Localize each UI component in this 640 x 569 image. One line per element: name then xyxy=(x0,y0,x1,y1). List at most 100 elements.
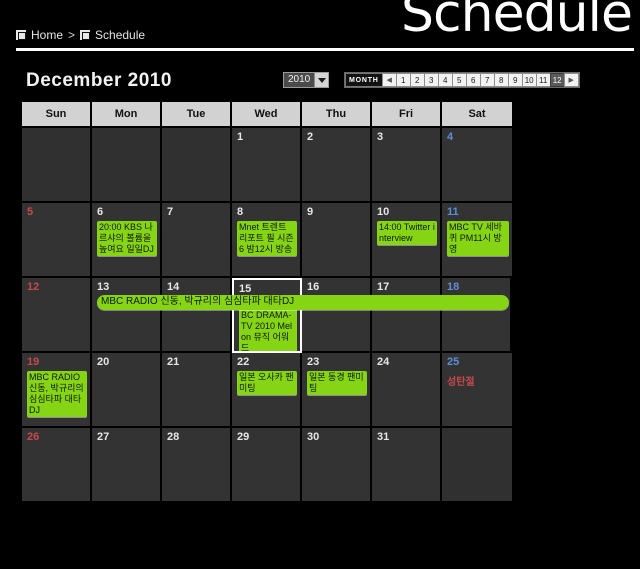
day-cell-empty xyxy=(442,428,512,503)
day-cell-21[interactable]: 21 xyxy=(162,353,232,428)
day-cell-26[interactable]: 26 xyxy=(22,428,92,503)
calendar-week-row: 12 13 14 15PM 07:00 MBC DRAMA-TV 2010 Melon… xyxy=(22,278,632,353)
day-number: 19 xyxy=(27,356,40,368)
day-cell-28[interactable]: 28 xyxy=(162,428,232,503)
day-cell-9[interactable]: 9 xyxy=(302,203,372,278)
day-cell-4[interactable]: 4 xyxy=(442,128,512,203)
calendar-event-text: MBC RADIO 신동, 박규리의 심심타파 대타DJ xyxy=(29,372,84,415)
day-cell-14[interactable]: 14 xyxy=(162,278,232,353)
day-number: 1 xyxy=(237,131,244,143)
breadcrumb-separator: > xyxy=(68,28,76,42)
breadcrumb: Home > Schedule xyxy=(16,28,145,42)
year-select[interactable]: 2010 xyxy=(283,72,330,88)
day-cell-1[interactable]: 1 xyxy=(232,128,302,203)
day-cell-8[interactable]: 8 Mnet 트렌트 리포트 필 시즌6 밤12시 방송 xyxy=(232,203,302,278)
day-cell-23[interactable]: 23 일본 동경 팬미팅 xyxy=(302,353,372,428)
day-number: 27 xyxy=(97,431,110,443)
day-cell-31[interactable]: 31 xyxy=(372,428,442,503)
month-button-12[interactable]: 12 xyxy=(549,73,565,87)
day-cell-11[interactable]: 11 MBC TV 세바퀴 PM11시 방영 xyxy=(442,203,512,278)
month-button-6[interactable]: 6 xyxy=(465,73,481,87)
schedule-square-icon xyxy=(80,30,91,40)
month-button-2[interactable]: 2 xyxy=(409,73,425,87)
day-number: 10 xyxy=(377,206,390,218)
calendar-event[interactable]: MBC TV 세바퀴 PM11시 방영 xyxy=(447,221,509,256)
day-number: 7 xyxy=(167,206,174,218)
month-button-11[interactable]: 11 xyxy=(535,73,551,87)
day-number: 21 xyxy=(167,356,180,368)
day-number: 13 xyxy=(97,281,110,293)
month-button-5[interactable]: 5 xyxy=(451,73,467,87)
calendar-grid: Sun Mon Tue Wed Thu Fri Sat 1 2 3 4 5 6 20:00 KBS 나르… xyxy=(22,102,632,503)
day-cell-22[interactable]: 22 일본 오사카 팬미팅 xyxy=(232,353,302,428)
month-nav-label: MONTH xyxy=(345,73,383,87)
month-button-4[interactable]: 4 xyxy=(437,73,453,87)
chevron-down-icon[interactable] xyxy=(314,73,329,87)
day-cell-7[interactable]: 7 xyxy=(162,203,232,278)
calendar-week-row: 26 27 28 29 30 31 xyxy=(22,428,632,503)
calendar-event[interactable]: 일본 동경 팬미팅 xyxy=(307,371,367,395)
day-number: 28 xyxy=(167,431,180,443)
day-cell-30[interactable]: 30 xyxy=(302,428,372,503)
day-number: 14 xyxy=(167,281,180,293)
day-number: 26 xyxy=(27,431,40,443)
day-cell-5[interactable]: 5 xyxy=(22,203,92,278)
day-cell-20[interactable]: 20 xyxy=(92,353,162,428)
home-square-icon xyxy=(16,30,26,40)
month-button-8[interactable]: 8 xyxy=(493,73,509,87)
calendar-event[interactable]: 14:00 Twitter interview xyxy=(377,221,437,245)
calendar-event[interactable]: Mnet 트렌트 리포트 필 시즌6 밤12시 방송 xyxy=(237,221,297,256)
day-cell-18[interactable]: 18 xyxy=(442,278,512,353)
day-cell-10[interactable]: 10 14:00 Twitter interview xyxy=(372,203,442,278)
day-number: 31 xyxy=(377,431,390,443)
day-cell-16[interactable]: 16 xyxy=(302,278,372,353)
weekday-header-mon: Mon xyxy=(92,102,162,128)
day-cell-17[interactable]: 17 xyxy=(372,278,442,353)
weekday-header-thu: Thu xyxy=(302,102,372,128)
day-cell-13[interactable]: 13 xyxy=(92,278,162,353)
day-number: 29 xyxy=(237,431,250,443)
day-cell-29[interactable]: 29 xyxy=(232,428,302,503)
header-divider xyxy=(16,48,634,51)
calendar-body: 1 2 3 4 5 6 20:00 KBS 나르샤의 볼륨을 높여요 일일DJ 7 8 Mnet … xyxy=(22,128,632,503)
month-button-10[interactable]: 10 xyxy=(521,73,537,87)
prev-month-button[interactable]: ◀ xyxy=(381,73,397,87)
day-number: 9 xyxy=(307,206,314,218)
page-title: Schedule xyxy=(401,0,633,44)
month-button-3[interactable]: 3 xyxy=(423,73,439,87)
month-nav: MONTH ◀ 1 2 3 4 5 6 7 8 9 10 11 12 ▶ xyxy=(344,72,580,88)
day-cell-15[interactable]: 15PM 07:00 MBC DRAMA-TV 2010 Melon 뮤직 어워… xyxy=(232,278,302,353)
month-button-9[interactable]: 9 xyxy=(507,73,523,87)
calendar-event-text: Mnet 트렌트 리포트 필 시즌6 밤12시 방송 xyxy=(239,222,294,254)
page-header: Schedule Home > Schedule xyxy=(0,0,640,62)
day-cell-27[interactable]: 27 xyxy=(92,428,162,503)
next-month-button[interactable]: ▶ xyxy=(563,73,579,87)
calendar-event[interactable]: MBC RADIO 신동, 박규리의 심심타파 대타DJ xyxy=(27,371,87,417)
calendar-event[interactable]: 20:00 KBS 나르샤의 볼륨을 높여요 일일DJ xyxy=(97,221,157,256)
holiday-label: 성탄절 xyxy=(447,377,475,388)
day-cell-3[interactable]: 3 xyxy=(372,128,442,203)
day-number: 2 xyxy=(307,131,314,143)
day-cell-empty xyxy=(22,128,92,203)
day-cell-6[interactable]: 6 20:00 KBS 나르샤의 볼륨을 높여요 일일DJ xyxy=(92,203,162,278)
day-cell-24[interactable]: 24 xyxy=(372,353,442,428)
month-button-7[interactable]: 7 xyxy=(479,73,495,87)
calendar-span-event[interactable]: MBC RADIO 신동, 박규리의 심심타파 대타DJ xyxy=(97,295,509,310)
day-number: 8 xyxy=(237,206,244,218)
year-select-value: 2010 xyxy=(288,74,311,85)
day-cell-2[interactable]: 2 xyxy=(302,128,372,203)
calendar-toolbar: December 2010 2010 MONTH ◀ 1 2 3 4 5 6 7… xyxy=(0,68,640,98)
breadcrumb-schedule-link[interactable]: Schedule xyxy=(95,28,145,42)
calendar-week-row: 1 2 3 4 xyxy=(22,128,632,203)
day-number: 17 xyxy=(377,281,390,293)
calendar-event[interactable]: 일본 오사카 팬미팅 xyxy=(237,371,297,395)
weekday-header-sat: Sat xyxy=(442,102,512,128)
day-cell-19[interactable]: 19 MBC RADIO 신동, 박규리의 심심타파 대타DJ xyxy=(22,353,92,428)
calendar-event-text: 일본 동경 팬미팅 xyxy=(309,372,364,393)
breadcrumb-home-link[interactable]: Home xyxy=(31,28,63,42)
day-cell-25[interactable]: 25 성탄절 xyxy=(442,353,512,428)
month-button-1[interactable]: 1 xyxy=(395,73,411,87)
day-number: 24 xyxy=(377,356,390,368)
day-cell-12[interactable]: 12 xyxy=(22,278,92,353)
day-number: 18 xyxy=(447,281,460,293)
